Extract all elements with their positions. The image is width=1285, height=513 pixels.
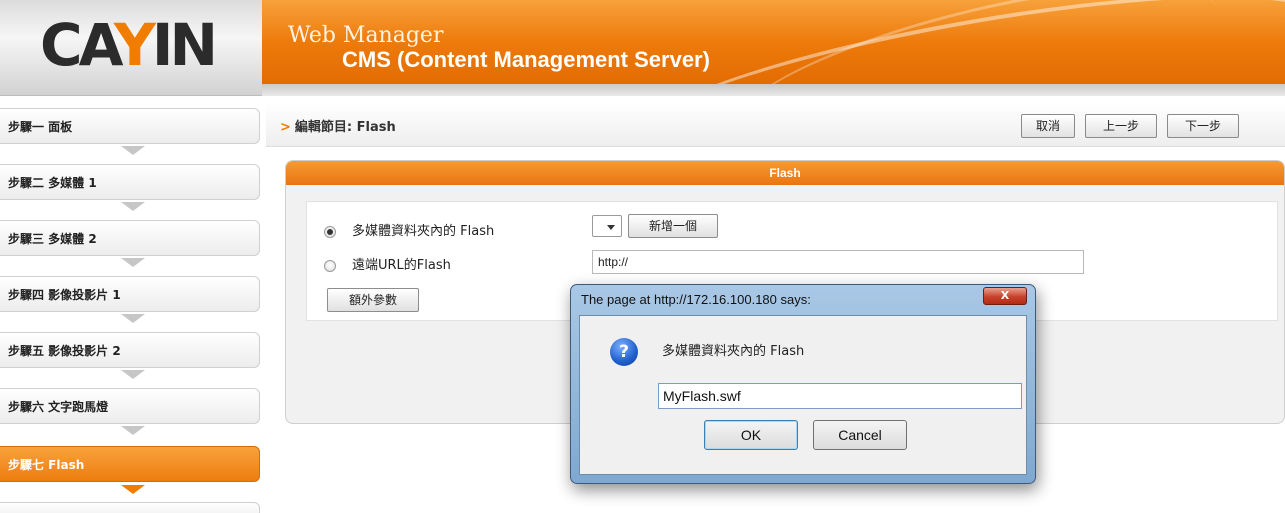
prompt-dialog: The page at http://172.16.100.180 says: …	[570, 284, 1036, 484]
dialog-message: 多媒體資料夾內的 Flash	[662, 344, 805, 359]
ok-button[interactable]: OK	[704, 420, 798, 450]
breadcrumb-arrow-icon: >	[280, 120, 291, 135]
close-icon[interactable]: X	[983, 287, 1027, 305]
cayin-logo: CAYIN	[40, 11, 218, 79]
sidebar-item-step-5[interactable]: 步驟五 影像投影片 2	[0, 332, 260, 368]
step-down-arrow-icon	[121, 258, 145, 267]
remote-url-flash-label: 遠端URL的Flash	[352, 258, 451, 273]
question-icon: ?	[610, 338, 638, 366]
dialog-text-input[interactable]: MyFlash.swf	[658, 383, 1022, 409]
chevron-down-icon	[607, 225, 615, 230]
dialog-cancel-button[interactable]: Cancel	[813, 420, 907, 450]
page-toolbar: > 編輯節目: Flash 取消 上一步 下一步	[266, 103, 1285, 147]
panel-title: Flash	[286, 161, 1284, 185]
sidebar-item-step-1[interactable]: 步驟一 面板	[0, 108, 260, 144]
remote-url-flash-radio[interactable]	[324, 260, 336, 272]
logo-area: CAYIN	[0, 0, 262, 96]
extra-parameters-button[interactable]: 額外參數	[327, 288, 419, 312]
cms-web-manager-page: CAYIN Web Manager CMS (Content Managemen…	[0, 0, 1285, 513]
flash-url-input[interactable]: http://	[592, 250, 1084, 274]
dialog-content: ? 多媒體資料夾內的 Flash MyFlash.swf OK Cancel	[579, 315, 1027, 475]
cancel-button[interactable]: 取消	[1021, 114, 1075, 138]
step-down-arrow-icon	[121, 314, 145, 323]
dialog-title: The page at http://172.16.100.180 says:	[581, 292, 811, 307]
sidebar-item-step-3[interactable]: 步驟三 多媒體 2	[0, 220, 260, 256]
flash-file-select[interactable]	[592, 215, 622, 237]
header-banner: Web Manager CMS (Content Management Serv…	[262, 0, 1285, 96]
wizard-steps-sidebar: 步驟一 面板 步驟二 多媒體 1 步驟三 多媒體 2 步驟四 影像投影片 1 步…	[0, 98, 262, 513]
step-down-arrow-icon	[121, 202, 145, 211]
step-down-arrow-icon	[121, 426, 145, 435]
breadcrumb: > 編輯節目: Flash	[280, 116, 396, 135]
sidebar-item-step-4[interactable]: 步驟四 影像投影片 1	[0, 276, 260, 312]
sidebar-item-step-7[interactable]: 步驟七 Flash	[0, 446, 260, 482]
sidebar-item-step-6[interactable]: 步驟六 文字跑馬燈	[0, 388, 260, 424]
next-step-button[interactable]: 下一步	[1167, 114, 1239, 138]
sidebar-item-step-2[interactable]: 步驟二 多媒體 1	[0, 164, 260, 200]
step-down-arrow-icon	[121, 485, 145, 494]
local-flash-radio[interactable]	[324, 226, 336, 238]
step-down-arrow-icon	[121, 370, 145, 379]
breadcrumb-label: 編輯節目: Flash	[294, 120, 396, 135]
local-flash-label: 多媒體資料夾內的 Flash	[352, 224, 495, 239]
previous-step-button[interactable]: 上一步	[1085, 114, 1157, 138]
banner-bottom-strip	[262, 84, 1285, 96]
app-title: Web Manager	[288, 23, 444, 48]
add-new-button[interactable]: 新增一個	[628, 214, 718, 238]
app-subtitle: CMS (Content Management Server)	[342, 47, 710, 72]
step-down-arrow-icon	[121, 146, 145, 155]
sidebar-item-next-partial[interactable]	[0, 502, 260, 513]
